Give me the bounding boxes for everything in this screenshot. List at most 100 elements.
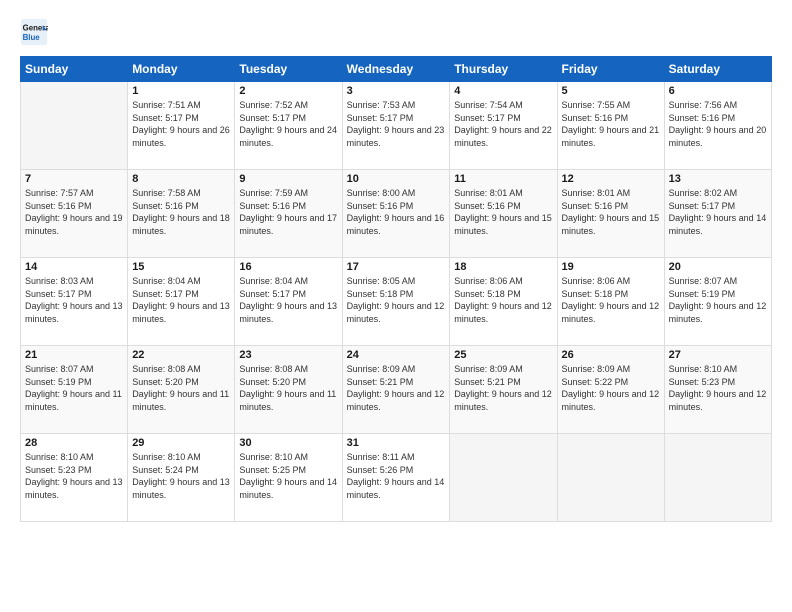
daylight-text: Daylight: 9 hours and 12 minutes. — [454, 300, 552, 325]
day-cell — [21, 82, 128, 170]
daylight-text: Daylight: 9 hours and 23 minutes. — [347, 124, 446, 149]
day-number: 9 — [239, 173, 337, 185]
day-cell: 15Sunrise: 8:04 AMSunset: 5:17 PMDayligh… — [128, 258, 235, 346]
sunset-text: Sunset: 5:18 PM — [562, 288, 660, 301]
day-info: Sunrise: 7:52 AMSunset: 5:17 PMDaylight:… — [239, 99, 337, 149]
day-number: 17 — [347, 261, 446, 273]
sunrise-text: Sunrise: 8:09 AM — [454, 363, 552, 376]
sunrise-text: Sunrise: 8:05 AM — [347, 275, 446, 288]
day-info: Sunrise: 7:57 AMSunset: 5:16 PMDaylight:… — [25, 187, 123, 237]
day-number: 28 — [25, 437, 123, 449]
daylight-text: Daylight: 9 hours and 13 minutes. — [25, 476, 123, 501]
daylight-text: Daylight: 9 hours and 12 minutes. — [347, 300, 446, 325]
sunset-text: Sunset: 5:16 PM — [454, 200, 552, 213]
daylight-text: Daylight: 9 hours and 14 minutes. — [239, 476, 337, 501]
sunrise-text: Sunrise: 8:10 AM — [669, 363, 767, 376]
sunset-text: Sunset: 5:16 PM — [562, 112, 660, 125]
day-cell: 16 Sunrise: 8:04 AMSunset: 5:17 PMDayligh… — [235, 258, 342, 346]
header: General Blue — [20, 18, 772, 46]
day-info: Sunrise: 8:09 AMSunset: 5:22 PMDaylight:… — [562, 363, 660, 413]
day-info: Sunrise: 8:00 AMSunset: 5:16 PMDaylight:… — [347, 187, 446, 237]
day-cell: 7Sunrise: 7:57 AMSunset: 5:16 PMDaylight… — [21, 170, 128, 258]
day-number: 16 — [239, 261, 337, 273]
sunset-text: Sunset: 5:18 PM — [454, 288, 552, 301]
week-row-4: 21Sunrise: 8:07 AMSunset: 5:19 PMDayligh… — [21, 346, 772, 434]
sunrise-text: Sunrise: 8:04 AM — [132, 275, 230, 288]
daylight-text: Daylight: 9 hours and 13 minutes. — [132, 476, 230, 501]
day-cell — [557, 434, 664, 522]
day-cell: 19 Sunrise: 8:06 AMSunset: 5:18 PMDayligh… — [557, 258, 664, 346]
sunset-text: Sunset: 5:20 PM — [239, 376, 337, 389]
day-number: 26 — [562, 349, 660, 361]
sunset-text: Sunset: 5:25 PM — [239, 464, 337, 477]
day-number: 24 — [347, 349, 446, 361]
daylight-text: Daylight: 9 hours and 12 minutes. — [562, 300, 660, 325]
day-cell — [664, 434, 771, 522]
sunrise-text: Sunrise: 8:07 AM — [669, 275, 767, 288]
day-number: 1 — [132, 85, 230, 97]
day-info: Sunrise: 7:56 AMSunset: 5:16 PMDaylight:… — [669, 99, 767, 149]
daylight-text: Daylight: 9 hours and 16 minutes. — [347, 212, 446, 237]
day-info: Sunrise: 8:06 AMSunset: 5:18 PMDaylight:… — [454, 275, 552, 325]
sunrise-text: Sunrise: 7:54 AM — [454, 99, 552, 112]
sunset-text: Sunset: 5:23 PM — [669, 376, 767, 389]
sunrise-text: Sunrise: 7:58 AM — [132, 187, 230, 200]
day-number: 18 — [454, 261, 552, 273]
weekday-header-monday: Monday — [128, 57, 235, 82]
day-info: Sunrise: 7:51 AMSunset: 5:17 PMDaylight:… — [132, 99, 230, 149]
sunset-text: Sunset: 5:26 PM — [347, 464, 446, 477]
weekday-header-friday: Friday — [557, 57, 664, 82]
day-number: 29 — [132, 437, 230, 449]
day-info: Sunrise: 8:04 AMSunset: 5:17 PMDaylight:… — [239, 275, 337, 325]
day-cell: 22Sunrise: 8:08 AMSunset: 5:20 PMDayligh… — [128, 346, 235, 434]
day-number: 4 — [454, 85, 552, 97]
daylight-text: Daylight: 9 hours and 21 minutes. — [562, 124, 660, 149]
daylight-text: Daylight: 9 hours and 14 minutes. — [347, 476, 446, 501]
sunrise-text: Sunrise: 8:03 AM — [25, 275, 123, 288]
sunset-text: Sunset: 5:22 PM — [562, 376, 660, 389]
day-info: Sunrise: 8:07 AMSunset: 5:19 PMDaylight:… — [669, 275, 767, 325]
day-info: Sunrise: 8:01 AMSunset: 5:16 PMDaylight:… — [562, 187, 660, 237]
day-cell: 3Sunrise: 7:53 AMSunset: 5:17 PMDaylight… — [342, 82, 450, 170]
daylight-text: Daylight: 9 hours and 24 minutes. — [239, 124, 337, 149]
day-cell: 23Sunrise: 8:08 AMSunset: 5:20 PMDayligh… — [235, 346, 342, 434]
day-cell: 17Sunrise: 8:05 AMSunset: 5:18 PMDayligh… — [342, 258, 450, 346]
sunrise-text: Sunrise: 8:06 AM — [562, 275, 660, 288]
weekday-header-thursday: Thursday — [450, 57, 557, 82]
sunset-text: Sunset: 5:21 PM — [454, 376, 552, 389]
day-cell: 30Sunrise: 8:10 AMSunset: 5:25 PMDayligh… — [235, 434, 342, 522]
weekday-header-tuesday: Tuesday — [235, 57, 342, 82]
sunrise-text: Sunrise: 8:01 AM — [562, 187, 660, 200]
day-number: 19 — [562, 261, 660, 273]
day-cell: 24 Sunrise: 8:09 AMSunset: 5:21 PMDayligh… — [342, 346, 450, 434]
day-number: 6 — [669, 85, 767, 97]
day-info: Sunrise: 8:09 AMSunset: 5:21 PMDaylight:… — [454, 363, 552, 413]
day-info: Sunrise: 7:58 AMSunset: 5:16 PMDaylight:… — [132, 187, 230, 237]
day-number: 22 — [132, 349, 230, 361]
day-cell: 27Sunrise: 8:10 AMSunset: 5:23 PMDayligh… — [664, 346, 771, 434]
day-info: Sunrise: 8:03 AMSunset: 5:17 PMDaylight:… — [25, 275, 123, 325]
day-cell: 14Sunrise: 8:03 AMSunset: 5:17 PMDayligh… — [21, 258, 128, 346]
day-info: Sunrise: 8:09 AMSunset: 5:21 PMDaylight:… — [347, 363, 446, 413]
sunrise-text: Sunrise: 7:59 AM — [239, 187, 337, 200]
sunset-text: Sunset: 5:17 PM — [239, 112, 337, 125]
day-cell: 18 Sunrise: 8:06 AMSunset: 5:18 PMDayligh… — [450, 258, 557, 346]
day-cell: 28Sunrise: 8:10 AMSunset: 5:23 PMDayligh… — [21, 434, 128, 522]
day-info: Sunrise: 8:06 AMSunset: 5:18 PMDaylight:… — [562, 275, 660, 325]
sunset-text: Sunset: 5:24 PM — [132, 464, 230, 477]
daylight-text: Daylight: 9 hours and 12 minutes. — [669, 300, 767, 325]
day-number: 25 — [454, 349, 552, 361]
day-cell: 31Sunrise: 8:11 AMSunset: 5:26 PMDayligh… — [342, 434, 450, 522]
day-cell: 12Sunrise: 8:01 AMSunset: 5:16 PMDayligh… — [557, 170, 664, 258]
sunset-text: Sunset: 5:19 PM — [669, 288, 767, 301]
daylight-text: Daylight: 9 hours and 12 minutes. — [454, 388, 552, 413]
day-number: 5 — [562, 85, 660, 97]
sunrise-text: Sunrise: 8:10 AM — [132, 451, 230, 464]
sunset-text: Sunset: 5:19 PM — [25, 376, 123, 389]
weekday-header-wednesday: Wednesday — [342, 57, 450, 82]
week-row-3: 14Sunrise: 8:03 AMSunset: 5:17 PMDayligh… — [21, 258, 772, 346]
sunrise-text: Sunrise: 8:02 AM — [669, 187, 767, 200]
day-number: 30 — [239, 437, 337, 449]
daylight-text: Daylight: 9 hours and 11 minutes. — [132, 388, 230, 413]
daylight-text: Daylight: 9 hours and 13 minutes. — [239, 300, 337, 325]
